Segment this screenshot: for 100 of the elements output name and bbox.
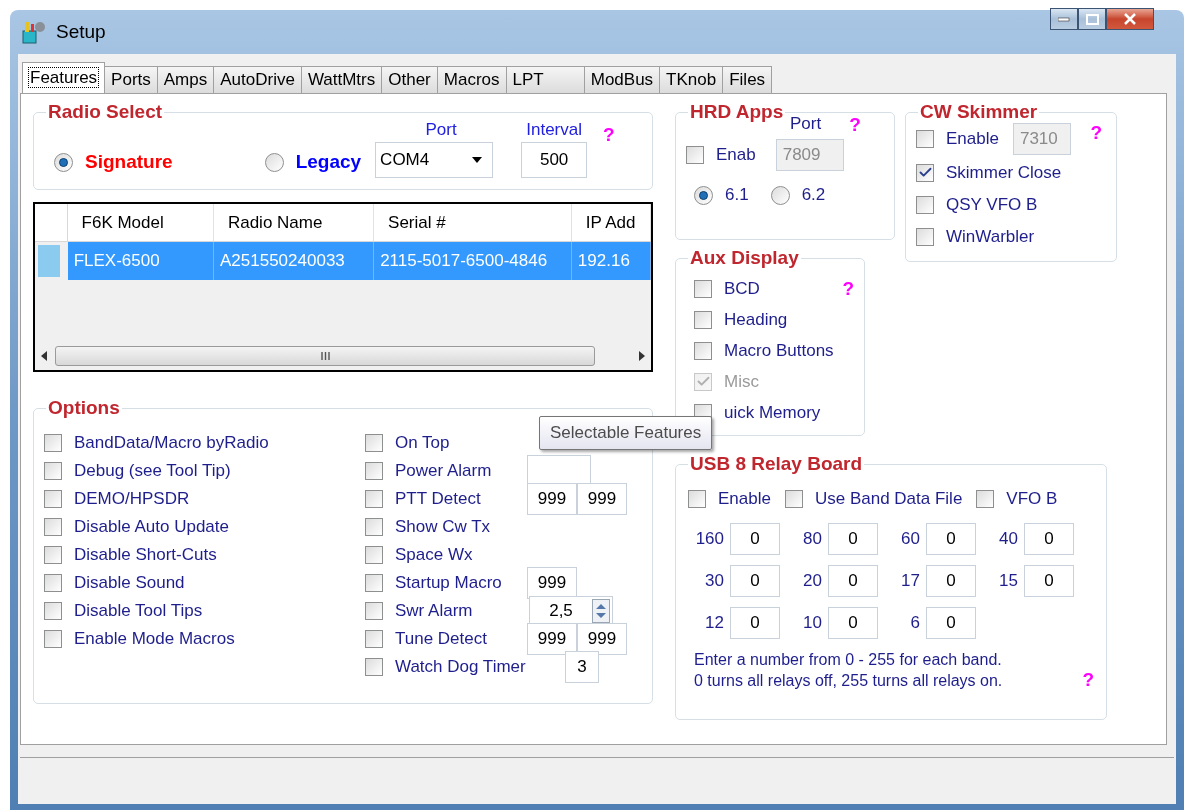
tab[interactable]: WattMtrs bbox=[300, 66, 383, 93]
scrollbar-thumb[interactable] bbox=[55, 346, 595, 366]
checkbox[interactable]: Startup Macro bbox=[365, 568, 527, 597]
text-field[interactable]: 0 bbox=[1024, 564, 1074, 597]
close-icon bbox=[1123, 13, 1137, 25]
checkbox[interactable]: Macro Buttons bbox=[694, 336, 854, 365]
band-label: 10 bbox=[802, 611, 822, 634]
checkbox[interactable]: Tune Detect bbox=[365, 624, 527, 653]
checkbox[interactable]: Disable Auto Update bbox=[44, 512, 365, 541]
band-label: 17 bbox=[900, 569, 920, 592]
close-button[interactable] bbox=[1106, 8, 1154, 30]
text-field[interactable]: 0 bbox=[926, 522, 976, 555]
tab[interactable]: Other bbox=[381, 66, 438, 93]
checkbox[interactable]: PTT Detect bbox=[365, 484, 527, 513]
text-field[interactable]: 3 bbox=[565, 650, 599, 683]
band-label: 160 bbox=[694, 527, 724, 550]
table-cell: A251550240033 bbox=[214, 242, 375, 280]
window-title: Setup bbox=[56, 19, 106, 44]
column-header[interactable]: Radio Name bbox=[213, 204, 375, 241]
scroll-left-icon bbox=[41, 351, 47, 361]
maximize-icon bbox=[1085, 13, 1099, 25]
band-label: 40 bbox=[998, 527, 1018, 550]
checkbox[interactable]: WinWarbler bbox=[916, 222, 1035, 251]
tab[interactable]: Ports bbox=[104, 66, 158, 93]
tab[interactable]: LPT bbox=[505, 66, 585, 93]
group-title: HRD Apps bbox=[689, 100, 785, 124]
checkbox[interactable]: Use Band Data File bbox=[784, 484, 963, 513]
tab[interactable]: ModBus bbox=[583, 66, 661, 93]
checkbox[interactable]: Enable bbox=[688, 484, 771, 513]
dropdown-arrow-icon bbox=[472, 157, 483, 163]
spin-arrows-icon bbox=[592, 598, 610, 623]
column-header[interactable]: F6K Model bbox=[67, 204, 214, 241]
checkbox[interactable]: Debug (see Tool Tip) bbox=[44, 456, 365, 485]
app-icon bbox=[20, 19, 46, 45]
text-field[interactable]: 0 bbox=[926, 564, 976, 597]
checkbox[interactable]: DEMO/HPSDR bbox=[44, 484, 365, 513]
scroll-right-icon bbox=[639, 351, 645, 361]
group-title: Options bbox=[47, 396, 121, 420]
radio-button[interactable]: Legacy bbox=[264, 148, 362, 176]
tab[interactable]: AutoDrive bbox=[213, 66, 302, 93]
text-field[interactable]: 0 bbox=[1024, 522, 1074, 555]
tab[interactable]: Macros bbox=[436, 66, 507, 93]
radio-button[interactable]: 6.1 bbox=[694, 181, 749, 209]
table-cell: 192.16 bbox=[571, 242, 651, 280]
band-label: 80 bbox=[802, 527, 822, 550]
column-header[interactable]: IP Add bbox=[571, 204, 651, 241]
text-field[interactable]: 0 bbox=[926, 606, 976, 639]
checkbox[interactable]: Disable Tool Tips bbox=[44, 596, 365, 625]
check-icon bbox=[695, 374, 711, 389]
text-field[interactable]: 500 bbox=[521, 142, 588, 178]
column-header[interactable]: Serial # bbox=[374, 204, 572, 241]
checkbox[interactable]: Watch Dog Timer bbox=[365, 652, 565, 681]
text-field[interactable]: 999 bbox=[527, 622, 577, 655]
spinner-field[interactable]: 2,5 bbox=[529, 595, 613, 626]
tooltip: Selectable Features bbox=[539, 416, 713, 450]
checkbox[interactable]: Enable Mode Macros bbox=[44, 624, 365, 653]
text-field[interactable]: 0 bbox=[730, 606, 780, 639]
checkbox[interactable]: Swr Alarm bbox=[365, 596, 527, 625]
checkbox[interactable]: Enab bbox=[686, 141, 756, 169]
band-label: 6 bbox=[909, 611, 920, 634]
checkbox[interactable]: Heading bbox=[694, 305, 854, 334]
radio-button[interactable]: 6.2 bbox=[770, 181, 826, 209]
checkbox[interactable]: On Top bbox=[365, 428, 527, 457]
checkbox[interactable]: Disable Short-Cuts bbox=[44, 540, 365, 569]
checkbox[interactable]: Enable bbox=[916, 124, 999, 153]
grip-icon bbox=[320, 352, 330, 360]
tab[interactable]: TKnob bbox=[659, 66, 724, 93]
band-label: 20 bbox=[802, 569, 822, 592]
port-dropdown[interactable]: COM4 bbox=[375, 142, 494, 178]
text-field[interactable]: 0 bbox=[828, 522, 878, 555]
text-field[interactable]: 0 bbox=[828, 564, 878, 597]
relay-note: Enter a number from 0 - 255 for each band. bbox=[694, 649, 1002, 670]
checkbox[interactable]: VFO B bbox=[976, 484, 1058, 513]
group-title: Aux Display bbox=[689, 246, 800, 270]
band-label: 12 bbox=[704, 611, 724, 634]
group-title: USB 8 Relay Board bbox=[689, 452, 864, 476]
checkbox[interactable]: QSY VFO B bbox=[916, 190, 1038, 219]
text-field[interactable]: 0 bbox=[730, 564, 780, 597]
text-field[interactable]: 999 bbox=[527, 482, 577, 515]
maximize-button[interactable] bbox=[1078, 8, 1106, 30]
checkbox[interactable]: Disable Sound bbox=[44, 568, 365, 597]
tab[interactable]: Features bbox=[22, 62, 106, 93]
text-field[interactable]: 0 bbox=[730, 522, 780, 555]
checkbox[interactable]: Space Wx bbox=[365, 540, 527, 569]
minimize-button[interactable] bbox=[1050, 8, 1078, 30]
relay-note: 0 turns all relays off, 255 turns all relays on. bbox=[694, 670, 1003, 691]
group-title: Radio Select bbox=[47, 100, 164, 124]
checkbox[interactable]: Power Alarm bbox=[365, 456, 527, 485]
tab[interactable]: Files bbox=[722, 66, 773, 93]
checkbox[interactable]: Show Cw Tx bbox=[365, 512, 527, 541]
text-field[interactable]: 999 bbox=[577, 482, 627, 515]
port-label: Port bbox=[425, 118, 457, 141]
minimize-icon bbox=[1058, 16, 1070, 22]
text-field[interactable]: 999 bbox=[577, 622, 627, 655]
tab[interactable]: Amps bbox=[156, 66, 215, 93]
checkbox[interactable]: Skimmer Close bbox=[916, 158, 1062, 187]
checkbox[interactable]: BandData/Macro byRadio bbox=[44, 428, 365, 457]
text-field[interactable]: 999 bbox=[527, 566, 577, 599]
text-field[interactable]: 0 bbox=[828, 606, 878, 639]
radio-button[interactable]: Signature bbox=[54, 148, 173, 176]
